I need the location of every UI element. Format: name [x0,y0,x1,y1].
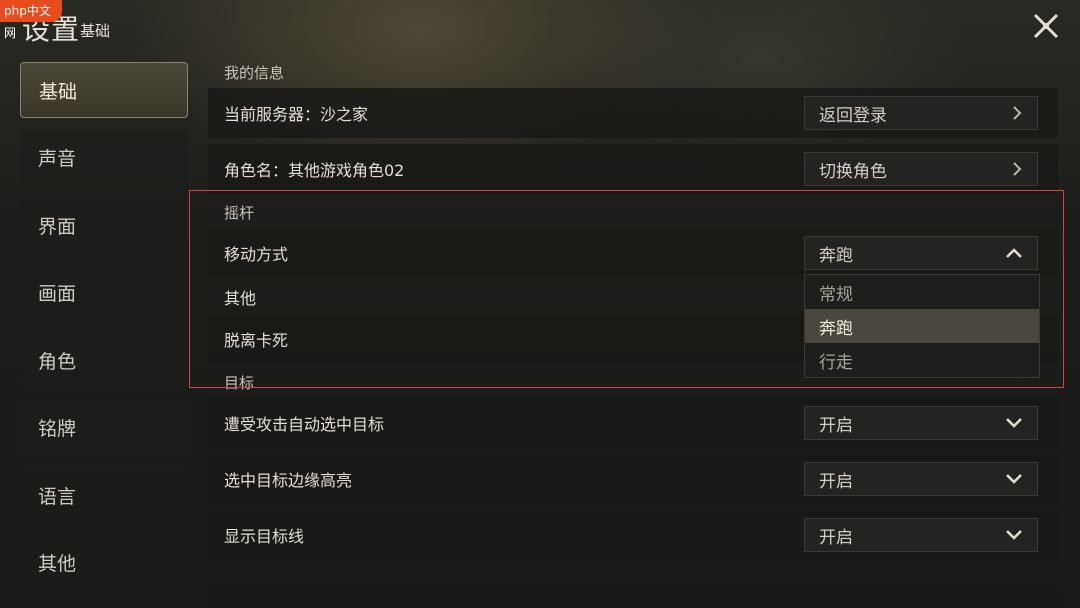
edge-highlight-select[interactable]: 开启 [804,462,1038,496]
section-joystick: 摇杆 [224,204,255,222]
option-walk[interactable]: 行走 [805,343,1039,377]
chevron-down-icon [1006,530,1022,540]
watermark-logo: php中文网 [0,0,62,40]
edge-highlight-value: 开启 [819,471,853,492]
sidebar-item-interface[interactable]: 界面 [20,197,188,253]
other-label: 其他 [224,289,257,308]
sidebar-item-label: 语言 [38,485,77,508]
sidebar-item-label: 角色 [38,350,77,373]
sidebar-item-label: 画面 [38,283,77,305]
move-mode-dropdown: 常规 奔跑 行走 [804,274,1040,378]
row-move-mode: 移动方式 奔跑 [208,228,1058,278]
settings-content: 我的信息 当前服务器：沙之家 返回登录 角色名：其他游戏角色02 切换角色 摇杆… [208,0,1058,608]
sidebar-item-other[interactable]: 其他 [20,534,188,591]
row-character: 角色名：其他游戏角色02 切换角色 [208,144,1058,194]
sidebar-item-basic[interactable]: 基础 [20,62,188,118]
option-normal[interactable]: 常规 [805,275,1039,309]
edge-highlight-label: 选中目标边缘高亮 [224,471,353,490]
move-mode-label: 移动方式 [224,245,289,264]
section-target: 目标 [224,374,255,392]
unstuck-label: 脱离卡死 [224,331,289,350]
auto-target-value: 开启 [819,415,853,436]
target-line-select[interactable]: 开启 [804,518,1038,552]
sidebar-item-label: 其他 [38,553,77,575]
row-server: 当前服务器：沙之家 返回登录 [208,88,1058,138]
switch-character-button[interactable]: 切换角色 [804,152,1038,186]
character-label: 角色名：其他游戏角色02 [224,161,405,180]
target-line-label: 显示目标线 [224,527,305,546]
sidebar-item-character[interactable]: 角色 [20,332,188,388]
row-edge-highlight: 选中目标边缘高亮 开启 [208,454,1058,504]
sidebar-item-sound[interactable]: 声音 [20,129,188,186]
option-run[interactable]: 奔跑 [805,309,1039,343]
chevron-up-icon [1006,248,1022,258]
sidebar-item-nameplate[interactable]: 铭牌 [20,399,188,456]
page-subtitle: 基础 [80,22,111,40]
section-my-info: 我的信息 [224,64,285,82]
sidebar-item-label: 铭牌 [38,418,77,440]
move-mode-select[interactable]: 奔跑 [804,236,1038,270]
auto-target-label: 遭受攻击自动选中目标 [224,415,385,434]
target-line-value: 开启 [819,527,853,548]
sidebar-item-label: 基础 [39,80,78,103]
row-auto-target: 遭受攻击自动选中目标 开启 [208,398,1058,448]
sidebar-item-language[interactable]: 语言 [20,467,188,523]
sidebar-item-label: 界面 [38,215,77,238]
server-label: 当前服务器：沙之家 [224,105,369,124]
chevron-right-icon [1013,162,1022,176]
settings-sidebar: 基础 声音 界面 画面 角色 铭牌 语言 其他 [20,62,188,602]
move-mode-value: 奔跑 [819,245,853,266]
return-login-label: 返回登录 [819,105,887,126]
chevron-right-icon [1013,106,1022,120]
auto-target-select[interactable]: 开启 [804,406,1038,440]
row-partial [208,588,1058,608]
sidebar-item-graphics[interactable]: 画面 [20,264,188,321]
sidebar-item-label: 声音 [38,148,77,170]
return-login-button[interactable]: 返回登录 [804,96,1038,130]
chevron-down-icon [1006,418,1022,428]
chevron-down-icon [1006,474,1022,484]
switch-character-label: 切换角色 [819,161,887,182]
row-target-line: 显示目标线 开启 [208,510,1058,560]
